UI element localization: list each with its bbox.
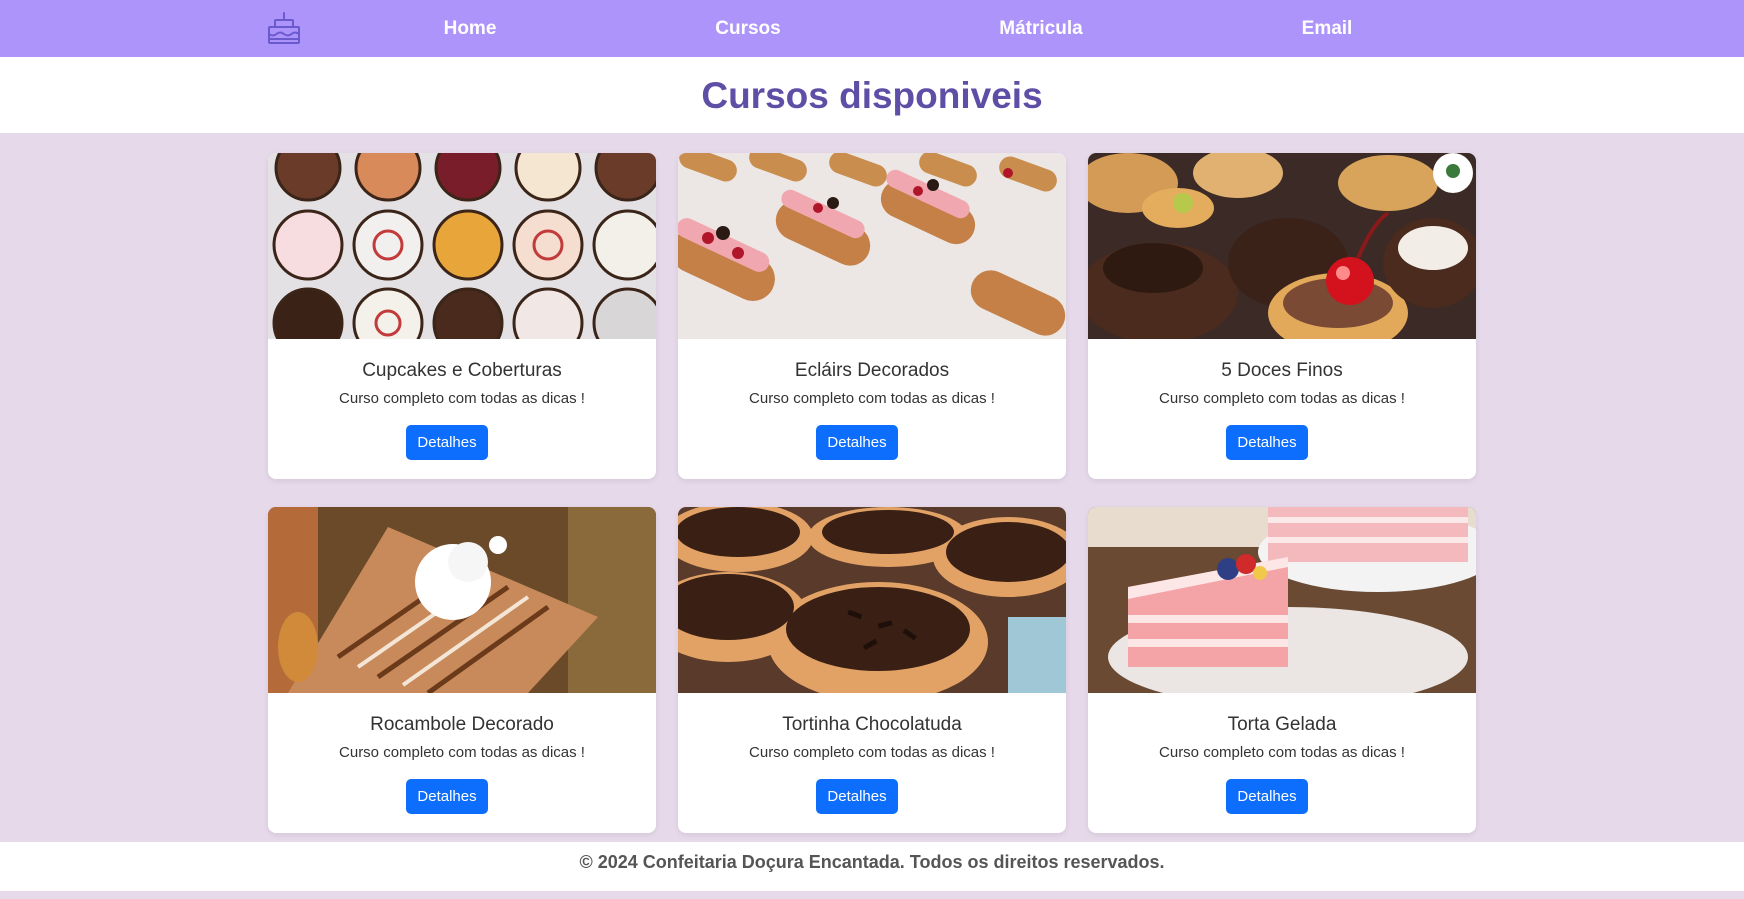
- course-title: Tortinha Chocolatuda: [782, 714, 962, 735]
- course-image-torta-gelada: [1088, 507, 1476, 693]
- nav-cursos-link[interactable]: Cursos: [715, 0, 780, 57]
- course-description: Curso completo com todas as dicas !: [339, 390, 585, 407]
- footer: © 2024 Confeitaria Doçura Encantada. Tod…: [0, 842, 1744, 891]
- course-description: Curso completo com todas as dicas !: [749, 744, 995, 761]
- course-description: Curso completo com todas as dicas !: [749, 390, 995, 407]
- course-card: Ecláirs Decorados Curso completo com tod…: [678, 153, 1066, 479]
- course-title: 5 Doces Finos: [1221, 360, 1343, 381]
- course-title: Torta Gelada: [1227, 714, 1337, 735]
- course-card: Rocambole Decorado Curso completo com to…: [268, 507, 656, 833]
- course-card: Tortinha Chocolatuda Curso completo com …: [678, 507, 1066, 833]
- details-button[interactable]: Detalhes: [1226, 425, 1308, 460]
- details-button[interactable]: Detalhes: [1226, 779, 1308, 814]
- course-card: Cupcakes e Coberturas Curso completo com…: [268, 153, 656, 479]
- course-card: Torta Gelada Curso completo com todas as…: [1088, 507, 1476, 833]
- details-button[interactable]: Detalhes: [406, 425, 488, 460]
- course-description: Curso completo com todas as dicas !: [339, 744, 585, 761]
- cake-icon[interactable]: [266, 11, 302, 47]
- page-title: Cursos disponiveis: [701, 75, 1043, 116]
- course-image-cupcakes: [268, 153, 656, 339]
- details-button[interactable]: Detalhes: [816, 779, 898, 814]
- course-image-rocambole: [268, 507, 656, 693]
- course-image-eclairs: [678, 153, 1066, 339]
- footer-copyright: © 2024 Confeitaria Doçura Encantada. Tod…: [579, 852, 1165, 872]
- course-image-doces-finos: [1088, 153, 1476, 339]
- course-description: Curso completo com todas as dicas !: [1159, 744, 1405, 761]
- course-image-tortinha: [678, 507, 1066, 693]
- course-title: Rocambole Decorado: [370, 714, 554, 735]
- nav-home-link[interactable]: Home: [444, 0, 497, 57]
- nav-email-link[interactable]: Email: [1302, 0, 1353, 57]
- course-title: Cupcakes e Coberturas: [362, 360, 562, 381]
- details-button[interactable]: Detalhes: [816, 425, 898, 460]
- course-title: Ecláirs Decorados: [794, 360, 950, 381]
- nav-matricula-link[interactable]: Mátricula: [999, 0, 1082, 57]
- details-button[interactable]: Detalhes: [406, 779, 488, 814]
- course-description: Curso completo com todas as dicas !: [1159, 390, 1405, 407]
- navbar: Home Cursos Mátricula Email: [0, 0, 1744, 57]
- course-card: 5 Doces Finos Curso completo com todas a…: [1088, 153, 1476, 479]
